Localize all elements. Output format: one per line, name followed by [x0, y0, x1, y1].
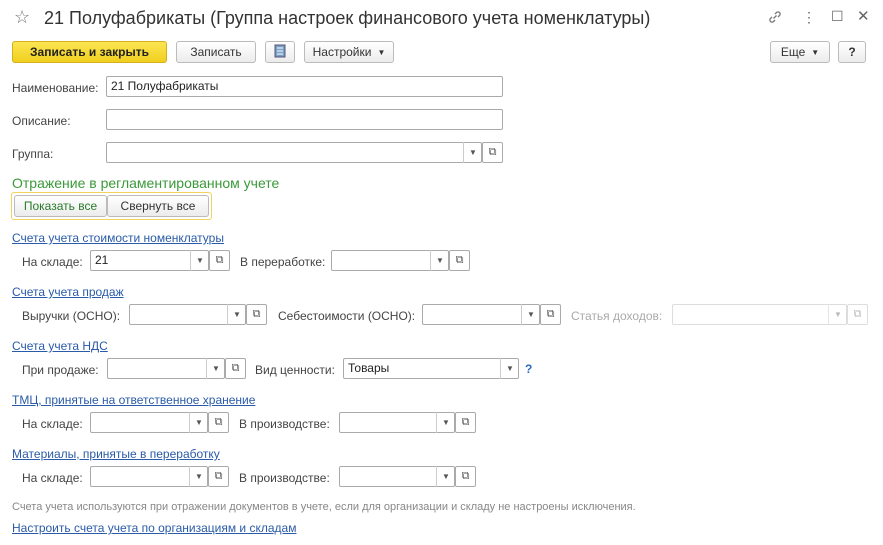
materials-warehouse-combo[interactable]: ▼ ⧉ — [90, 466, 229, 487]
cost-processing-combo[interactable]: ▼ ⧉ — [331, 250, 470, 271]
cost-warehouse-combo[interactable]: 21 ▼ ⧉ — [90, 250, 230, 271]
settings-button[interactable]: Настройки ▼ — [304, 41, 394, 63]
section-link-sales[interactable]: Счета учета продаж — [12, 285, 124, 299]
open-icon[interactable]: ⧉ — [246, 304, 267, 325]
section-link-cost[interactable]: Счета учета стоимости номенклатуры — [12, 231, 224, 245]
vat-value-type-label: Вид ценности: — [255, 363, 335, 377]
description-label: Описание: — [12, 114, 71, 128]
group-label: Группа: — [12, 147, 54, 161]
help-button[interactable]: ? — [838, 41, 866, 63]
sales-income-input — [672, 304, 847, 325]
chevron-down-icon: ▼ — [828, 304, 847, 325]
sales-cogs-combo[interactable]: ▼ ⧉ — [422, 304, 561, 325]
more-label: Еще — [780, 45, 806, 59]
chevron-down-icon[interactable]: ▼ — [189, 412, 208, 433]
custody-warehouse-label: На складе: — [22, 417, 83, 431]
chevron-down-icon: ▼ — [811, 47, 820, 57]
chevron-down-icon: ▼ — [377, 47, 386, 57]
sales-revenue-label: Выручки (ОСНО): — [22, 309, 121, 323]
chevron-down-icon[interactable]: ▼ — [436, 412, 455, 433]
name-label: Наименование: — [12, 81, 99, 95]
section-link-materials[interactable]: Материалы, принятые в переработку — [12, 447, 220, 461]
maximize-icon[interactable]: ☐ — [831, 8, 844, 25]
description-field[interactable] — [106, 109, 503, 130]
group-combo[interactable]: ▼ ⧉ — [106, 142, 503, 163]
close-icon[interactable]: ✕ — [857, 7, 870, 25]
configure-accounts-link[interactable]: Настроить счета учета по организациям и … — [12, 521, 296, 535]
vat-value-type-combo[interactable]: Товары ▼ — [343, 358, 519, 379]
sales-cogs-label: Себестоимости (ОСНО): — [278, 309, 416, 323]
more-button[interactable]: Еще ▼ — [770, 41, 830, 63]
materials-production-label: В производстве: — [239, 471, 330, 485]
open-icon[interactable]: ⧉ — [540, 304, 561, 325]
settings-label: Настройки — [312, 45, 372, 59]
cost-processing-label: В переработке: — [240, 255, 326, 269]
document-list-icon — [274, 44, 286, 61]
section-title-regulated: Отражение в регламентированном учете — [12, 175, 280, 191]
custody-production-combo[interactable]: ▼ ⧉ — [339, 412, 476, 433]
footer-note: Счета учета используются при отражении д… — [12, 501, 636, 513]
open-icon[interactable]: ⧉ — [225, 358, 246, 379]
section-link-vat[interactable]: Счета учета НДС — [12, 339, 108, 353]
open-icon[interactable]: ⧉ — [455, 466, 476, 487]
chevron-down-icon[interactable]: ▼ — [463, 142, 482, 163]
sales-revenue-combo[interactable]: ▼ ⧉ — [129, 304, 267, 325]
chevron-down-icon[interactable]: ▼ — [227, 304, 246, 325]
vat-value-type-input[interactable]: Товары — [343, 358, 519, 379]
group-input[interactable] — [106, 142, 482, 163]
cost-warehouse-label: На складе: — [22, 255, 83, 269]
custody-production-label: В производстве: — [239, 417, 330, 431]
document-list-button[interactable] — [265, 41, 295, 63]
star-icon[interactable]: ☆ — [14, 7, 30, 28]
materials-production-combo[interactable]: ▼ ⧉ — [339, 466, 476, 487]
chevron-down-icon[interactable]: ▼ — [500, 358, 519, 379]
open-icon: ⧉ — [847, 304, 868, 325]
collapse-all-button[interactable]: Свернуть все — [107, 195, 209, 217]
chevron-down-icon[interactable]: ▼ — [436, 466, 455, 487]
custody-warehouse-combo[interactable]: ▼ ⧉ — [90, 412, 229, 433]
more-icon[interactable]: ⋮ — [802, 9, 816, 26]
open-icon[interactable]: ⧉ — [455, 412, 476, 433]
show-collapse-group: Показать все Свернуть все — [11, 192, 212, 220]
window-title: 21 Полуфабрикаты (Группа настроек финанс… — [44, 8, 651, 28]
name-field[interactable]: 21 Полуфабрикаты — [106, 76, 503, 97]
vat-sale-label: При продаже: — [22, 363, 99, 377]
show-all-button[interactable]: Показать все — [14, 195, 107, 217]
materials-warehouse-label: На складе: — [22, 471, 83, 485]
sales-income-label: Статья доходов: — [571, 309, 663, 323]
save-button[interactable]: Записать — [176, 41, 256, 63]
sales-income-combo: ▼ ⧉ — [672, 304, 868, 325]
section-link-custody[interactable]: ТМЦ, принятые на ответственное хранение — [12, 393, 255, 407]
open-icon[interactable]: ⧉ — [209, 250, 230, 271]
link-icon[interactable] — [767, 9, 783, 28]
vat-help-icon[interactable]: ? — [525, 362, 532, 376]
open-icon[interactable]: ⧉ — [208, 466, 229, 487]
open-icon[interactable]: ⧉ — [482, 142, 503, 163]
chevron-down-icon[interactable]: ▼ — [430, 250, 449, 271]
save-and-close-button[interactable]: Записать и закрыть — [12, 41, 167, 63]
chevron-down-icon[interactable]: ▼ — [521, 304, 540, 325]
chevron-down-icon[interactable]: ▼ — [190, 250, 209, 271]
open-icon[interactable]: ⧉ — [208, 412, 229, 433]
chevron-down-icon[interactable]: ▼ — [189, 466, 208, 487]
vat-sale-combo[interactable]: ▼ ⧉ — [107, 358, 246, 379]
open-icon[interactable]: ⧉ — [449, 250, 470, 271]
chevron-down-icon[interactable]: ▼ — [206, 358, 225, 379]
